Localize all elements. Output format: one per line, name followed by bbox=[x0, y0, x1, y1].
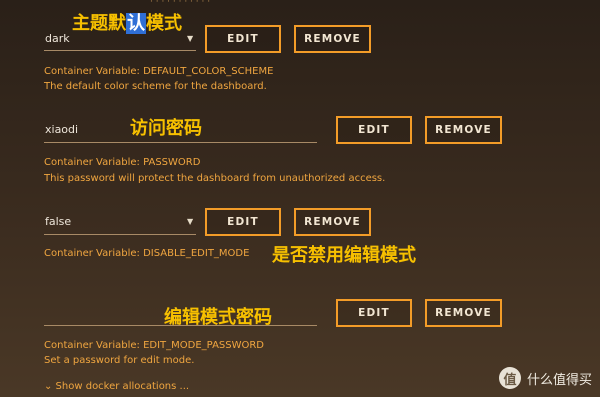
annotation-default-color-scheme: 主题默认模式 bbox=[72, 13, 182, 34]
password-edit-button[interactable]: EDIT bbox=[336, 116, 412, 144]
password-input-value[interactable]: xiaodi bbox=[45, 123, 78, 136]
disable-edit-mode-variable-label: Container Variable: DISABLE_EDIT_MODE bbox=[44, 248, 250, 259]
edit-mode-password-edit-button[interactable]: EDIT bbox=[336, 299, 412, 327]
edit-mode-password-underline bbox=[44, 325, 317, 326]
password-input-underline bbox=[44, 142, 317, 143]
cut-off-top-text: · · · · · · · · · · · bbox=[150, 0, 450, 4]
disable-edit-mode-edit-button[interactable]: EDIT bbox=[205, 208, 281, 236]
color-scheme-remove-button[interactable]: REMOVE bbox=[294, 25, 371, 53]
edit-mode-password-variable-label: Container Variable: EDIT_MODE_PASSWORD bbox=[44, 340, 265, 351]
disable-edit-mode-select-value[interactable]: false bbox=[45, 215, 71, 228]
watermark: 值 什么值得买 bbox=[498, 367, 592, 389]
edit-mode-password-remove-button[interactable]: REMOVE bbox=[425, 299, 502, 327]
annotation-password: 访问密码 bbox=[130, 118, 202, 139]
disable-edit-mode-underline bbox=[44, 234, 196, 235]
password-remove-button[interactable]: REMOVE bbox=[425, 116, 502, 144]
chevron-down-icon[interactable]: ▼ bbox=[187, 217, 193, 226]
watermark-logo-icon: 值 bbox=[498, 367, 521, 389]
color-scheme-description: The default color scheme for the dashboa… bbox=[44, 81, 267, 92]
color-scheme-edit-button[interactable]: EDIT bbox=[205, 25, 281, 53]
password-variable-label: Container Variable: PASSWORD bbox=[44, 157, 201, 168]
edit-mode-password-description: Set a password for edit mode. bbox=[44, 355, 195, 366]
disable-edit-mode-remove-button[interactable]: REMOVE bbox=[294, 208, 371, 236]
password-description: This password will protect the dashboard… bbox=[44, 173, 386, 184]
color-scheme-variable-label: Container Variable: DEFAULT_COLOR_SCHEME bbox=[44, 66, 274, 77]
watermark-text: 什么值得买 bbox=[526, 372, 592, 388]
color-scheme-select-value[interactable]: dark bbox=[45, 32, 70, 45]
chevron-down-icon[interactable]: ▼ bbox=[187, 34, 193, 43]
show-docker-allocations-link[interactable]: ⌄ Show docker allocations ... bbox=[44, 381, 189, 392]
annotation-disable-edit-mode: 是否禁用编辑模式 bbox=[272, 245, 416, 266]
highlighted-char: 认 bbox=[126, 13, 146, 34]
color-scheme-select-underline bbox=[44, 50, 196, 51]
